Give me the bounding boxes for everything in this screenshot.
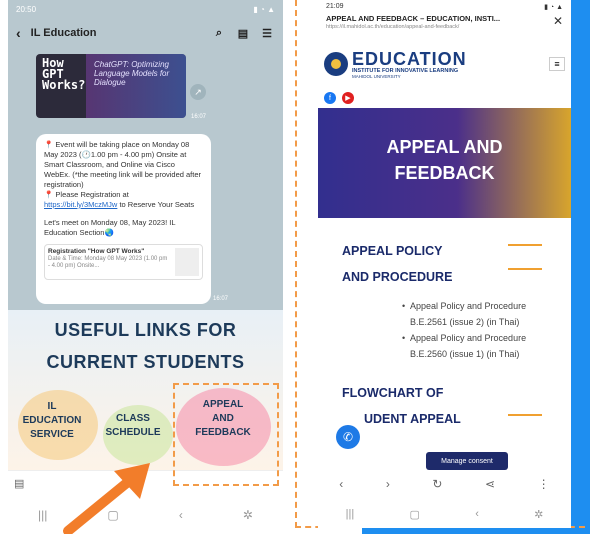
browser-phone: 21:09 ▮ ◔ ▲ APPEAL AND FEEDBACK – EDUCAT… [318,0,571,528]
home-icon[interactable]: ▢ [410,508,420,521]
event-details: 📍 Event will be taking place on Monday 0… [44,140,202,189]
manage-consent-button[interactable]: Manage consent [426,452,508,470]
browser-toolbar: ‹ › ↻ ⋖ ⋮ [318,470,571,498]
back-nav-icon[interactable]: ‹ [475,508,479,520]
banner-heading-2: CURRENT STUDENTS [46,352,245,372]
custom-tab-bar: APPEAL AND FEEDBACK – EDUCATION, INSTI..… [318,14,571,40]
page-content: APPEAL POLICY AND PROCEDURE Appeal Polic… [318,218,571,432]
document-link[interactable]: Appeal Policy and Procedure B.E.2561 (is… [402,298,547,330]
link-class-schedule[interactable]: CLASS SCHEDULE [98,412,168,440]
menu-icon[interactable]: ☰ [259,25,275,41]
chat-phone: 20:50 ▮ ◔ ▲ ‹ IL Education ⌕ ▤ ☰ How GPT… [8,0,283,534]
divider [508,244,542,246]
keyboard-icon[interactable]: ▤ [14,477,24,490]
forward-icon[interactable]: › [386,477,390,491]
composite-screenshot: 20:50 ▮ ◔ ▲ ‹ IL Education ⌕ ▤ ☰ How GPT… [0,0,590,534]
hero-banner: APPEAL AND FEEDBACK [318,108,571,218]
back-nav-icon[interactable]: ‹ [179,508,183,522]
page-url[interactable]: https://il.mahidol.ac.th/education/appea… [326,24,500,30]
link-preview-thumbnail [174,248,199,276]
status-time: 20:50 [16,5,37,14]
more-icon[interactable]: ⋮ [538,477,550,491]
message-time: 16:07 [191,114,207,120]
hero-line-2: FEEDBACK [394,163,495,183]
social-links: f ▶ [318,88,571,108]
recents-icon[interactable]: ||| [38,508,47,522]
site-brand[interactable]: EDUCATION INSTITUTE FOR INNOVATIVE LEARN… [352,50,467,79]
image-subtitle: ChatGPT: Optimizing Language Models for … [94,60,170,87]
status-icons: ▮ ◔ ▲ [544,4,563,11]
status-bar: 20:50 ▮ ◔ ▲ [8,0,283,18]
share-icon[interactable]: ↗ [190,84,206,100]
hero-line-1: APPEAL AND [386,137,503,157]
status-time: 21:09 [326,3,344,10]
status-icons: ▮ ◔ ▲ [253,5,275,14]
facebook-icon[interactable]: f [324,92,336,104]
closing-line: Let's meet on Monday 08, May 2023! IL Ed… [44,218,176,237]
link-preview-desc: Date & Time: Monday 08 May 2023 (1.00 pm… [48,256,168,269]
section-heading-flowchart: FLOWCHART OF UDENT APPEAL [342,386,461,426]
chat-title: IL Education [30,27,97,39]
accessibility-icon[interactable]: ✲ [243,508,253,522]
system-nav-bar: ||| ▢ ‹ ✲ [318,500,571,528]
chat-area: How GPT Works? ChatGPT: Optimizing Langu… [8,48,283,310]
document-link[interactable]: Appeal Policy and Procedure B.E.2560 (is… [402,330,547,362]
hamburger-menu-icon[interactable]: ≡ [549,57,565,71]
pointer-arrow-icon [63,463,150,534]
youtube-icon[interactable]: ▶ [342,92,354,104]
registration-link[interactable]: https://bit.ly/3MczMJw [44,200,117,209]
chat-app-bar: ‹ IL Education ⌕ ▤ ☰ [8,18,283,48]
highlight-box [173,383,279,486]
link-preview-title: Registration "How GPT Works" [48,248,145,255]
site-header: EDUCATION INSTITUTE FOR INNOVATIVE LEARN… [318,40,571,88]
search-icon[interactable]: ⌕ [211,25,227,41]
messenger-chat-icon[interactable]: ✆ [336,425,360,449]
link-il-education-service[interactable]: IL EDUCATION SERVICE [12,400,92,442]
divider [508,268,542,270]
banner-heading-1: USEFUL LINKS FOR [54,320,237,340]
mahidol-logo-icon[interactable] [324,52,348,76]
message-time: 16:07 [213,296,229,302]
divider [508,414,542,416]
registration-line: 📍 Please Registration at https://bit.ly/… [44,190,195,209]
page-title: APPEAL AND FEEDBACK – EDUCATION, INSTI..… [326,14,501,23]
back-icon[interactable]: ‹ [16,25,21,41]
accessibility-icon[interactable]: ✲ [534,508,543,521]
back-icon[interactable]: ‹ [339,477,343,491]
share-icon[interactable]: ⋖ [485,477,495,491]
link-preview-card[interactable]: Registration "How GPT Works" Date & Time… [44,244,203,280]
recents-icon[interactable]: ||| [346,508,355,520]
reload-icon[interactable]: ↻ [432,477,442,491]
image-title: How GPT Works? [42,56,86,92]
document-list: Appeal Policy and Procedure B.E.2561 (is… [402,298,547,362]
event-message-bubble: 📍 Event will be taking place on Monday 0… [36,134,211,304]
notes-icon[interactable]: ▤ [235,25,251,41]
status-bar: 21:09 ▮ ◔ ▲ [318,0,571,14]
gpt-image-message[interactable]: How GPT Works? ChatGPT: Optimizing Langu… [36,54,186,118]
close-icon[interactable]: ✕ [553,14,563,28]
